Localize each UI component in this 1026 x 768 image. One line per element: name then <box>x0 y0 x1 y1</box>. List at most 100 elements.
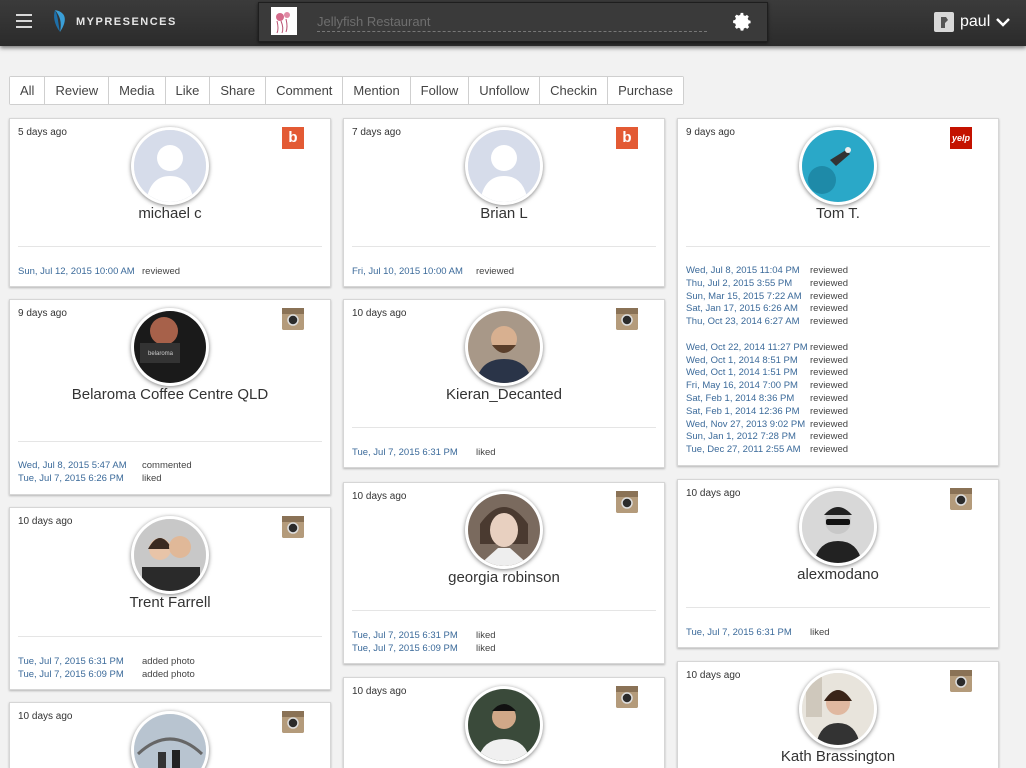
activity-date-link[interactable]: Tue, Dec 27, 2011 2:55 AM <box>686 444 810 457</box>
avatar[interactable] <box>131 516 209 594</box>
activity-date-link[interactable]: Wed, Nov 27, 2013 9:02 PM <box>686 419 810 432</box>
activity-date-link[interactable]: Sun, Mar 15, 2015 7:22 AM <box>686 291 810 304</box>
gear-icon[interactable] <box>731 11 753 33</box>
activity-date-link[interactable]: Sat, Feb 1, 2014 8:36 PM <box>686 393 810 406</box>
activity-card[interactable]: 10 days ago Kath Brassington <box>677 661 999 768</box>
activity-item: Wed, Oct 22, 2014 11:27 PM reviewed <box>686 329 990 355</box>
activity-date-link[interactable]: Sat, Feb 1, 2014 12:36 PM <box>686 406 810 419</box>
instagram-source-icon[interactable] <box>282 308 304 330</box>
avatar[interactable] <box>799 488 877 566</box>
activity-date-link[interactable]: Tue, Jul 7, 2015 6:09 PM <box>18 669 142 682</box>
filter-checkin[interactable]: Checkin <box>540 77 609 104</box>
activity-card[interactable]: 5 days ago b michael c Sun, Jul 12, 2015… <box>9 118 331 287</box>
instagram-source-icon[interactable] <box>950 670 972 692</box>
activity-list: Fri, Jul 10, 2015 10:00 AM reviewed <box>352 266 656 279</box>
activity-date-link[interactable]: Thu, Jul 2, 2015 3:55 PM <box>686 278 810 291</box>
reviewer-name: Belaroma Coffee Centre QLD <box>71 386 269 403</box>
activity-card[interactable]: 9 days ago belaroma Belaroma Coffee Cent… <box>9 299 331 495</box>
filter-all[interactable]: All <box>10 77 46 104</box>
instagram-source-icon[interactable] <box>616 308 638 330</box>
avatar[interactable] <box>465 308 543 386</box>
user-menu[interactable]: paul <box>934 10 1011 34</box>
activity-item: Wed, Nov 27, 2013 9:02 PM reviewed <box>686 419 990 432</box>
avatar[interactable] <box>799 127 877 205</box>
avatar[interactable] <box>465 686 543 764</box>
activity-date-link[interactable]: Sat, Jan 17, 2015 6:26 AM <box>686 303 810 316</box>
activity-verb: reviewed <box>810 418 849 430</box>
avatar[interactable]: belaroma <box>131 308 209 386</box>
instagram-source-icon[interactable] <box>616 491 638 513</box>
activity-date-link[interactable]: Wed, Oct 1, 2014 1:51 PM <box>686 367 810 380</box>
reviewer-name: georgia robinson <box>448 569 560 586</box>
activity-date-link[interactable]: Tue, Jul 7, 2015 6:26 PM <box>18 473 142 486</box>
instagram-source-icon[interactable] <box>282 516 304 538</box>
filter-follow[interactable]: Follow <box>410 77 470 104</box>
activity-filter-bar: All Review Media Like Share Comment Ment… <box>9 76 684 105</box>
activity-date-link[interactable]: Wed, Oct 22, 2014 11:27 PM <box>686 342 810 355</box>
time-ago: 9 days ago <box>686 127 735 138</box>
time-ago: 10 days ago <box>352 686 407 697</box>
activity-date-link[interactable]: Thu, Oct 23, 2014 6:27 AM <box>686 316 810 329</box>
activity-card[interactable]: 9 days ago yelp Tom T. Wed, Jul 8, 2015 … <box>677 118 999 466</box>
filter-media[interactable]: Media <box>109 77 166 104</box>
avatar[interactable] <box>465 491 543 569</box>
activity-list: Wed, Jul 8, 2015 11:04 PM reviewed Thu, J… <box>686 265 990 457</box>
instagram-source-icon[interactable] <box>616 686 638 708</box>
location-search-input[interactable] <box>317 12 707 32</box>
activity-date-link[interactable]: Tue, Jul 7, 2015 6:31 PM <box>352 447 476 460</box>
avatar[interactable] <box>131 711 209 768</box>
activity-card[interactable]: 10 days ago alexmodano Tue, Jul 7, 2015 … <box>677 479 999 648</box>
activity-card[interactable]: 7 days ago b Brian L Fri, Jul 10, 2015 1… <box>343 118 665 287</box>
filter-unfollow[interactable]: Unfollow <box>469 77 541 104</box>
activity-date-link[interactable]: Sun, Jul 12, 2015 10:00 AM <box>18 266 142 279</box>
activity-date-link[interactable]: Tue, Jul 7, 2015 6:31 PM <box>686 627 810 640</box>
activity-date-link[interactable]: Fri, Jul 10, 2015 10:00 AM <box>352 266 476 279</box>
filter-review[interactable]: Review <box>45 77 110 104</box>
time-ago: 10 days ago <box>352 491 407 502</box>
activity-item: Sat, Feb 1, 2014 8:36 PM reviewed <box>686 393 990 406</box>
activity-card[interactable]: 10 days ago <box>9 702 331 768</box>
avatar[interactable] <box>799 670 877 748</box>
menu-icon[interactable] <box>16 14 32 28</box>
activity-date-link[interactable]: Tue, Jul 7, 2015 6:31 PM <box>352 630 476 643</box>
filter-purchase[interactable]: Purchase <box>608 77 683 104</box>
activity-item: Tue, Jul 7, 2015 6:31 PM liked <box>352 447 656 460</box>
activity-date-link[interactable]: Wed, Jul 8, 2015 5:47 AM <box>18 460 142 473</box>
filter-mention[interactable]: Mention <box>343 77 411 104</box>
time-ago: 10 days ago <box>686 670 741 681</box>
instagram-source-icon[interactable] <box>282 711 304 733</box>
instagram-source-icon[interactable] <box>950 488 972 510</box>
activity-item: Tue, Dec 27, 2011 2:55 AM reviewed <box>686 444 990 457</box>
activity-date-link[interactable]: Fri, May 16, 2014 7:00 PM <box>686 380 810 393</box>
filter-like[interactable]: Like <box>165 77 211 104</box>
filter-share[interactable]: Share <box>210 77 267 104</box>
activity-date-link[interactable]: Wed, Jul 8, 2015 11:04 PM <box>686 265 810 278</box>
activity-item: Wed, Jul 8, 2015 11:04 PM reviewed <box>686 265 990 278</box>
activity-date-link[interactable]: Wed, Oct 1, 2014 8:51 PM <box>686 355 810 368</box>
avatar[interactable] <box>131 127 209 205</box>
activity-item: Tue, Jul 7, 2015 6:09 PM liked <box>352 643 656 656</box>
divider <box>352 246 656 247</box>
activity-item: Tue, Jul 7, 2015 6:09 PM added photo <box>18 669 322 682</box>
activity-verb: reviewed <box>810 277 849 289</box>
filter-comment[interactable]: Comment <box>266 77 344 104</box>
activity-verb: commented <box>142 460 192 471</box>
activity-date-link[interactable]: Tue, Jul 7, 2015 6:31 PM <box>18 656 142 669</box>
activity-item: Wed, Oct 1, 2014 1:51 PM reviewed <box>686 367 990 380</box>
activity-card[interactable]: 10 days ago <box>343 677 665 768</box>
activity-card[interactable]: 10 days ago Kieran_Decanted Tue, Jul 7, … <box>343 299 665 468</box>
activity-verb: reviewed <box>810 316 849 328</box>
activity-date-link[interactable]: Sun, Jan 1, 2012 7:28 PM <box>686 431 810 444</box>
activity-item: Wed, Jul 8, 2015 5:47 AM commented <box>18 460 322 473</box>
bookings-source-icon[interactable]: b <box>616 127 638 149</box>
avatar[interactable] <box>465 127 543 205</box>
activity-verb: reviewed <box>810 431 849 443</box>
bookings-source-icon[interactable]: b <box>282 127 304 149</box>
divider <box>352 427 656 428</box>
activity-card[interactable]: 10 days ago georgia robinson Tue, Jul 7,… <box>343 482 665 664</box>
user-avatar-icon <box>934 12 954 32</box>
activity-date-link[interactable]: Tue, Jul 7, 2015 6:09 PM <box>352 643 476 656</box>
time-ago: 10 days ago <box>352 308 407 319</box>
activity-card[interactable]: 10 days ago Trent Farrell Tue, Jul 7, 20… <box>9 507 331 690</box>
yelp-source-icon[interactable]: yelp <box>950 127 972 149</box>
